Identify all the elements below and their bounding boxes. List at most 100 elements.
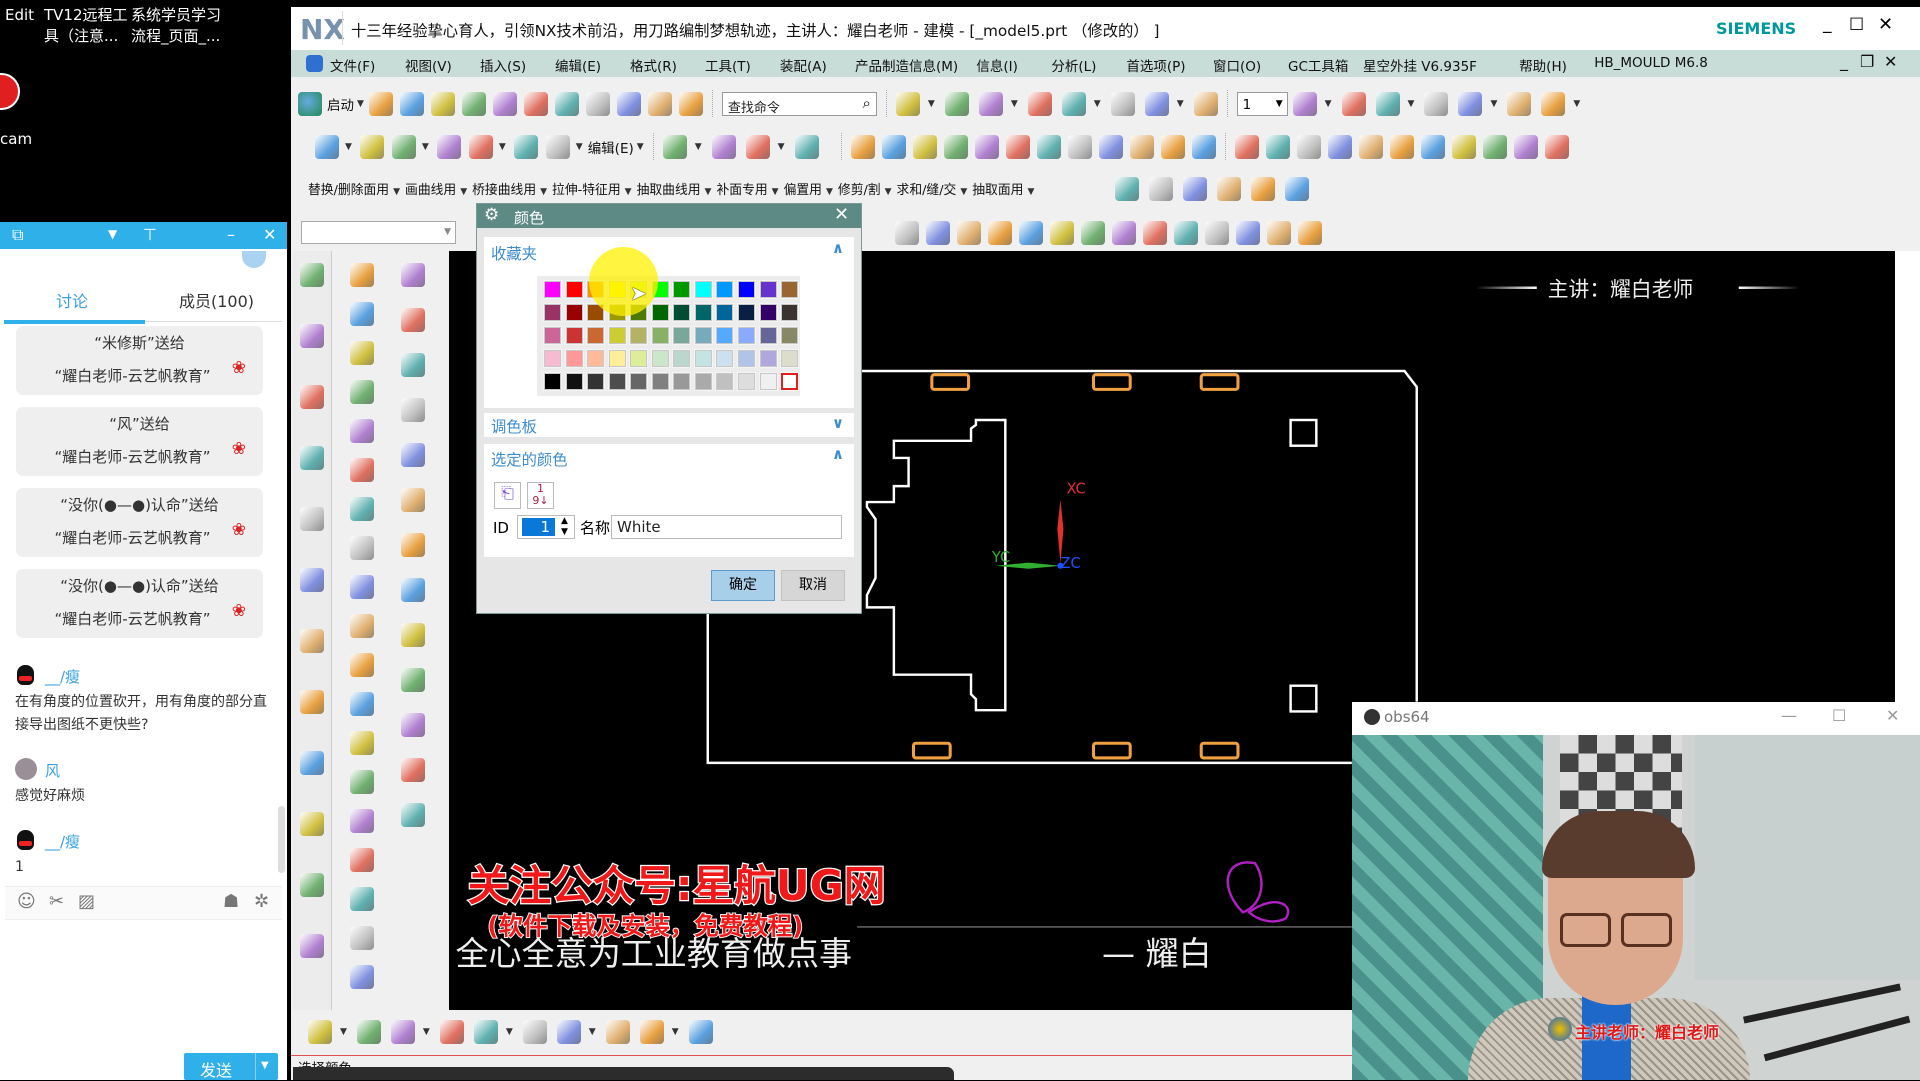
color-swatch[interactable] [672,326,692,345]
slot-cutout[interactable] [1199,373,1240,391]
color-swatch[interactable] [758,303,778,322]
color-swatch[interactable] [607,372,627,391]
color-swatch[interactable] [715,280,735,299]
color-swatch[interactable] [715,372,735,391]
color-swatch[interactable] [736,372,756,391]
name-label: 名称 [580,519,611,537]
color-swatch[interactable] [607,326,627,345]
presenter-banner: 主讲：耀白老师 [1548,277,1694,301]
x-axis-arrow[interactable] [1057,499,1064,564]
color-swatch[interactable] [780,349,800,368]
color-swatch[interactable] [758,372,778,391]
butterfly-logo [1226,861,1290,923]
color-swatch[interactable] [543,372,562,391]
color-swatch[interactable] [758,349,778,368]
chevron-up-icon[interactable]: ∧ [832,445,844,463]
color-swatch[interactable] [629,372,649,391]
color-swatch[interactable] [650,372,670,391]
ok-button[interactable]: 确定 [711,570,775,601]
color-swatch[interactable] [736,280,756,299]
color-swatch[interactable] [715,349,735,368]
color-swatch[interactable] [586,372,606,391]
color-swatch[interactable] [693,349,713,368]
outer-boundary[interactable] [857,369,1418,702]
color-swatch[interactable] [543,280,562,299]
chevron-up-icon[interactable]: ∧ [832,239,844,257]
favorites-section: 收藏夹 ∧ ➤ [484,237,854,408]
color-swatch[interactable] [629,349,649,368]
color-swatch[interactable] [650,349,670,368]
y-axis-label: YC [991,549,1010,566]
z-axis-label: ZC [1060,555,1080,572]
color-swatch[interactable] [564,372,584,391]
favorites-header[interactable]: 收藏夹 [491,242,537,264]
palette-header[interactable]: 调色板 [491,415,537,437]
minimize-button[interactable]: — [1781,706,1797,725]
color-swatch[interactable] [780,372,800,391]
outer-boundary[interactable] [706,612,1352,765]
id-spinner[interactable]: 1 ▲ ▼ [517,515,575,539]
gear-icon: ⚙ [484,205,500,225]
color-swatch[interactable] [650,303,670,322]
square-hole[interactable] [1289,684,1318,713]
chevron-down-icon[interactable]: ∨ [832,414,844,432]
color-name-input[interactable]: White [611,515,842,539]
color-swatch[interactable] [758,280,778,299]
maximize-button[interactable]: ☐ [1832,706,1846,725]
watermark-text: 关注公众号:星航UG网 [468,861,886,910]
color-swatch[interactable] [693,326,713,345]
inherit-color-icon[interactable]: ⎗ [494,482,521,509]
color-swatch[interactable] [715,303,735,322]
color-swatch[interactable] [543,303,562,322]
color-swatch[interactable] [564,349,584,368]
sort-by-id-icon[interactable]: 1 9↓ [527,482,554,509]
glasses [1621,913,1672,947]
slot-cutout[interactable] [1091,741,1132,760]
part-profile[interactable] [865,418,1007,712]
color-swatch[interactable] [672,372,692,391]
close-button[interactable]: ✕ [1886,706,1899,725]
cursor-highlight [589,247,658,316]
color-swatch[interactable] [780,326,800,345]
color-swatch[interactable] [543,349,562,368]
color-swatch[interactable] [736,303,756,322]
obs-title: obs64 [1384,708,1430,726]
color-swatch[interactable] [736,326,756,345]
color-swatch[interactable] [693,280,713,299]
selected-color-header[interactable]: 选定的颜色 [491,448,568,470]
watermark-subtext: (软件下载及安装，免费教程) [487,911,803,940]
close-icon[interactable]: ✕ [834,204,849,225]
color-swatch[interactable] [672,280,692,299]
spinner-arrows-icon[interactable]: ▲ ▼ [561,516,568,538]
color-swatch[interactable] [758,326,778,345]
color-swatch[interactable] [780,303,800,322]
color-swatch[interactable] [650,326,670,345]
microphone-arm [1763,1015,1911,1062]
favorites-palette [537,276,800,396]
color-swatch[interactable] [672,349,692,368]
color-swatch[interactable] [607,349,627,368]
slot-cutout[interactable] [1199,741,1240,760]
color-swatch[interactable] [543,326,562,345]
color-swatch[interactable] [564,326,584,345]
color-swatch[interactable] [586,349,606,368]
palette-section: 调色板 ∨ [484,413,854,437]
color-swatch[interactable] [672,303,692,322]
color-swatch[interactable] [736,349,756,368]
slot-cutout[interactable] [1091,373,1132,391]
square-hole[interactable] [1289,418,1318,447]
dialog-title-bar: ⚙ 颜色 ✕ [477,204,861,228]
color-swatch[interactable] [693,303,713,322]
color-swatch[interactable] [564,303,584,322]
color-swatch[interactable] [629,326,649,345]
cancel-button[interactable]: 取消 [781,570,845,601]
color-swatch[interactable] [586,326,606,345]
office-window [1695,735,1920,980]
color-swatch[interactable] [780,280,800,299]
slot-cutout[interactable] [930,373,971,391]
color-swatch[interactable] [693,372,713,391]
color-swatch[interactable] [715,326,735,345]
mouse-cursor-icon: ➤ [630,281,647,305]
color-swatch[interactable] [564,280,584,299]
slot-cutout[interactable] [911,741,952,760]
